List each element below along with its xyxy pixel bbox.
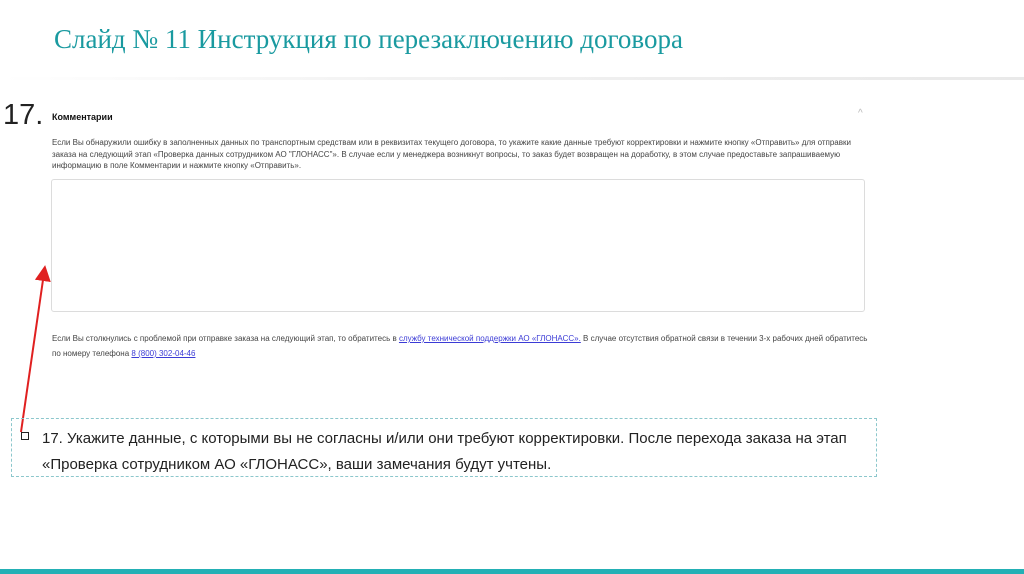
instruction-callout: 17. Укажите данные, с которыми вы не сог… [11, 418, 877, 477]
checkbox-bullet-icon [21, 432, 29, 440]
comment-textarea[interactable] [51, 179, 865, 312]
support-note-prefix: Если Вы столкнулись с проблемой при отпр… [52, 334, 399, 343]
comments-panel: Комментарии ^ Если Вы обнаружили ошибку … [44, 96, 876, 386]
title-divider [0, 77, 1024, 80]
step-number: 17. [3, 99, 44, 131]
support-link[interactable]: службу технической поддержки АО «ГЛОНАСС… [399, 334, 581, 343]
slide-title: Слайд № 11 Инструкция по перезаключению … [54, 24, 683, 54]
callout-text: 17. Укажите данные, с которыми вы не сог… [42, 430, 847, 473]
arrow-line [20, 265, 51, 433]
bottom-accent-bar [0, 569, 1024, 574]
comments-panel-header: Комментарии [52, 112, 113, 122]
comments-description: Если Вы обнаружили ошибку в заполненных … [52, 138, 851, 170]
phone-link[interactable]: 8 (800) 302-04-46 [131, 349, 195, 358]
chevron-up-icon[interactable]: ^ [858, 108, 863, 119]
support-note: Если Вы столкнулись с проблемой при отпр… [52, 331, 872, 361]
